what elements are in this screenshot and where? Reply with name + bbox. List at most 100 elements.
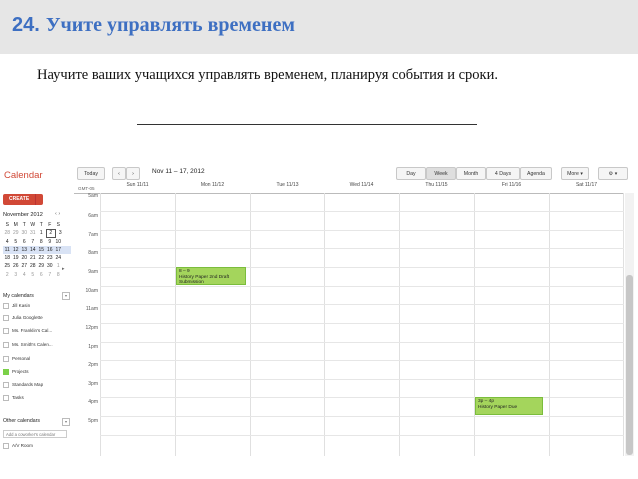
mini-day[interactable]: 24 [54,254,63,262]
mini-day[interactable]: 15 [37,246,46,254]
view-month-button[interactable]: Month [456,167,486,180]
calendar-item[interactable]: Ms. Franklin's Cal... [3,328,52,334]
mini-day-selected[interactable]: 2 [45,229,56,238]
calendar-event[interactable]: 3p – 4p History Paper Due [475,397,543,415]
hour-line [100,323,624,324]
day-header[interactable]: Sat 11/17 [549,182,624,188]
mini-day[interactable]: 3 [56,229,65,237]
prev-week-button[interactable]: ‹ [112,167,126,180]
day-header[interactable]: Mon 11/12 [175,182,250,188]
mini-day[interactable]: 30 [46,262,55,270]
mini-day[interactable]: 22 [37,254,46,262]
mini-day[interactable]: 4 [3,238,12,246]
mini-day[interactable]: 9 [46,238,55,246]
mini-day[interactable]: 28 [29,262,38,270]
view-week-button[interactable]: Week [426,167,456,180]
mini-day[interactable]: 29 [37,262,46,270]
mini-day[interactable]: 25 [3,262,12,270]
mini-calendar-nav[interactable]: ‹ › [55,211,60,217]
mini-day[interactable]: 7 [29,238,38,246]
mini-day[interactable]: 31 [29,229,38,237]
calendar-item[interactable]: Julia Googlette [3,315,43,321]
mini-day[interactable]: 5 [12,238,21,246]
hour-line [100,397,624,398]
calendar-item[interactable]: Personal [3,356,30,362]
checkbox-icon[interactable] [3,395,9,401]
day-header[interactable]: Thu 11/15 [399,182,474,188]
mini-day[interactable]: 4 [20,271,29,279]
view-day-button[interactable]: Day [396,167,426,180]
hour-line [100,211,624,212]
mini-day[interactable]: 7 [46,271,55,279]
scrollbar[interactable] [626,275,633,455]
mini-day[interactable]: 21 [29,254,38,262]
other-calendars-dropdown-icon[interactable]: ▾ [62,418,70,426]
checkbox-icon[interactable] [3,303,9,309]
checkbox-icon[interactable] [3,328,9,334]
checkbox-icon[interactable] [3,382,9,388]
other-calendars-heading[interactable]: Other calendars [3,418,40,424]
mini-day[interactable]: 17 [54,246,63,254]
day-header[interactable]: Wed 11/14 [324,182,399,188]
mini-day[interactable]: 29 [12,229,21,237]
slide-number: 24. [12,14,40,36]
day-header[interactable]: Fri 11/16 [474,182,549,188]
calendar-item-label: A/V Room [12,443,33,449]
mini-day[interactable]: 8 [54,271,63,279]
mini-day[interactable]: 28 [3,229,12,237]
mini-day[interactable]: 16 [46,246,55,254]
calendar-item[interactable]: Projects [3,369,29,375]
mini-day[interactable]: 18 [3,254,12,262]
checkbox-icon[interactable] [3,315,9,321]
checkbox-icon[interactable] [3,369,9,375]
mini-day[interactable]: 27 [20,262,29,270]
calendar-item[interactable]: Ms. Smith's Calen... [3,342,53,348]
hour-line [100,304,624,305]
mini-day[interactable]: 23 [46,254,55,262]
mini-day[interactable]: 13 [20,246,29,254]
mini-day[interactable]: 12 [12,246,21,254]
mini-week-row: 4 5 6 7 8 9 10 [3,238,71,246]
calendar-item[interactable]: Standards Map [3,382,43,388]
more-button[interactable]: More ▾ [561,167,589,180]
calendar-item-label: Standards Map [12,382,44,388]
calendar-item[interactable]: A/V Room [3,443,33,449]
checkbox-icon[interactable] [3,342,9,348]
mini-day[interactable]: 10 [54,238,63,246]
checkbox-icon[interactable] [3,356,9,362]
mini-day[interactable]: 3 [12,271,21,279]
view-4days-button[interactable]: 4 Days [486,167,520,180]
settings-gear-icon[interactable]: ⚙ ▾ [598,167,628,180]
mini-day[interactable]: 30 [20,229,29,237]
checkbox-icon[interactable] [3,443,9,449]
mini-day[interactable]: 14 [29,246,38,254]
mini-week-row-current: 11 12 13 14 15 16 17 [3,245,71,255]
view-agenda-button[interactable]: Agenda [520,167,552,180]
mini-day[interactable]: 2 [3,271,12,279]
mini-day[interactable]: 5 [29,271,38,279]
calendar-event[interactable]: 8 – 9 History Paper 2nd Draft Submission [176,267,246,285]
mini-day[interactable]: 6 [37,271,46,279]
mini-day[interactable]: 11 [3,246,12,254]
today-button[interactable]: Today [77,167,105,180]
mini-day[interactable]: 8 [37,238,46,246]
hour-line [100,248,624,249]
hour-label: 6am [88,213,98,219]
my-calendars-heading[interactable]: My calendars [3,293,34,299]
my-calendars-dropdown-icon[interactable]: ▾ [62,292,70,300]
create-button[interactable]: CREATE [3,194,43,205]
mini-day[interactable]: 1 [37,229,46,237]
timezone-label: GMT-05 [78,186,95,191]
mini-day[interactable]: 26 [12,262,21,270]
calendar-item[interactable]: Jill Kasin [3,303,30,309]
date-range: Nov 11 – 17, 2012 [152,168,205,175]
calendar-item[interactable]: Tasks [3,395,24,401]
hour-line [100,360,624,361]
day-header[interactable]: Sun 11/11 [100,182,175,188]
next-week-button[interactable]: › [126,167,140,180]
add-coworker-input[interactable]: Add a coworker's calendar [3,430,67,438]
mini-day[interactable]: 19 [12,254,21,262]
mini-day[interactable]: 20 [20,254,29,262]
mini-day[interactable]: 6 [20,238,29,246]
day-header[interactable]: Tue 11/13 [250,182,325,188]
